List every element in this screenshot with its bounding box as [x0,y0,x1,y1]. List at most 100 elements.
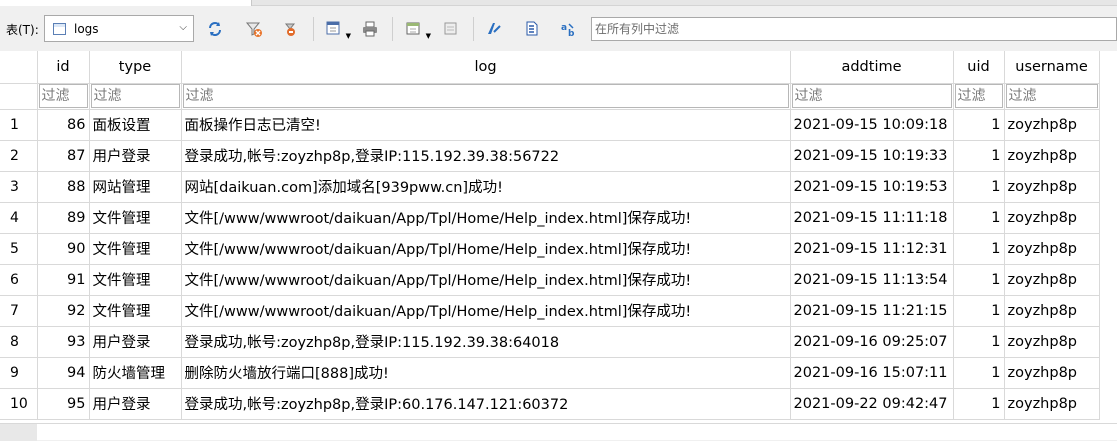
cell-addtime[interactable]: 2021-09-16 09:25:07 [790,326,954,358]
cell-id[interactable]: 93 [37,326,90,358]
table-row[interactable]: 6 91 文件管理 文件[/www/wwwroot/daikuan/App/Tpl/H… [0,264,1100,296]
column-header-username[interactable]: username [1004,51,1100,84]
table-row[interactable]: 10 95 用户登录 登录成功,帐号:zoyzhp8p,登录IP:60.176.147… [0,388,1100,420]
row-number[interactable]: 10 [0,388,38,420]
cell-id[interactable]: 88 [37,171,90,203]
cell-uid[interactable]: 1 [953,388,1005,420]
column-header-id[interactable]: id [37,51,90,84]
filter-cell-addtime[interactable]: 过滤 [790,83,954,110]
table-row[interactable]: 9 94 防火墙管理 删除防火墙放行端口[888]成功! 2021-09-16 15:0… [0,357,1100,389]
cell-type[interactable]: 用户登录 [89,388,182,420]
refresh-icon[interactable] [204,18,226,40]
cell-uid[interactable]: 1 [953,357,1005,389]
cell-log[interactable]: 文件[/www/wwwroot/daikuan/App/Tpl/Home/Hel… [181,233,791,265]
cell-type[interactable]: 文件管理 [89,233,182,265]
filter-cell-log[interactable]: 过滤 [181,83,791,110]
column-header-log[interactable]: log [181,51,791,84]
cell-type[interactable]: 文件管理 [89,264,182,296]
find-replace-icon[interactable]: ab [558,18,580,40]
cell-username[interactable]: zoyzhp8p [1004,171,1100,203]
cell-log[interactable]: 删除防火墙放行端口[888]成功! [181,357,791,389]
edit-icon[interactable] [483,18,505,40]
cell-type[interactable]: 网站管理 [89,171,182,203]
cell-type[interactable]: 防火墙管理 [89,357,182,389]
filter-input-username[interactable]: 过滤 [1005,84,1098,108]
cell-type[interactable]: 用户登录 [89,140,182,172]
cell-log[interactable]: 网站[daikuan.com]添加域名[939pww.cn]成功! [181,171,791,203]
cell-uid[interactable]: 1 [953,295,1005,327]
table-row[interactable]: 3 88 网站管理 网站[daikuan.com]添加域名[939pww.cn]成功!… [0,171,1100,203]
filter-input-log[interactable]: 过滤 [182,84,789,108]
filter-input-uid[interactable]: 过滤 [954,84,1003,108]
cell-log[interactable]: 文件[/www/wwwroot/daikuan/App/Tpl/Home/Hel… [181,264,791,296]
table-select[interactable]: logs ⌵ [44,15,194,42]
cell-log[interactable]: 登录成功,帐号:zoyzhp8p,登录IP:115.192.39.38:6401… [181,326,791,358]
cell-username[interactable]: zoyzhp8p [1004,357,1100,389]
cell-id[interactable]: 91 [37,264,90,296]
filter-cell-username[interactable]: 过滤 [1004,83,1100,110]
cell-username[interactable]: zoyzhp8p [1004,233,1100,265]
table-row[interactable]: 8 93 用户登录 登录成功,帐号:zoyzhp8p,登录IP:115.192.39.… [0,326,1100,358]
print-icon[interactable] [359,18,381,40]
filter-icon[interactable] [521,18,543,40]
cell-username[interactable]: zoyzhp8p [1004,202,1100,234]
cell-id[interactable]: 86 [37,109,90,141]
cell-uid[interactable]: 1 [953,326,1005,358]
row-number[interactable]: 7 [0,295,38,327]
cell-log[interactable]: 文件[/www/wwwroot/daikuan/App/Tpl/Home/Hel… [181,295,791,327]
cell-username[interactable]: zoyzhp8p [1004,140,1100,172]
table-row[interactable]: 4 89 文件管理 文件[/www/wwwroot/daikuan/App/Tpl/H… [0,202,1100,234]
cell-username[interactable]: zoyzhp8p [1004,388,1100,420]
column-header-type[interactable]: type [89,51,182,84]
cell-id[interactable]: 90 [37,233,90,265]
row-number[interactable]: 8 [0,326,38,358]
table-row[interactable]: 1 86 面板设置 面板操作日志已清空! 2021-09-15 10:09:18 1 zoy… [0,109,1100,141]
filter-cell-id[interactable]: 过滤 [37,83,90,110]
cell-username[interactable]: zoyzhp8p [1004,295,1100,327]
column-header-addtime[interactable]: addtime [790,51,954,84]
save-filter-icon[interactable] [280,18,302,40]
cell-type[interactable]: 文件管理 [89,202,182,234]
cell-addtime[interactable]: 2021-09-15 11:21:15 [790,295,954,327]
cell-addtime[interactable]: 2021-09-16 15:07:11 [790,357,954,389]
table-row[interactable]: 2 87 用户登录 登录成功,帐号:zoyzhp8p,登录IP:115.192.39.… [0,140,1100,172]
row-number[interactable]: 2 [0,140,38,172]
cell-uid[interactable]: 1 [953,171,1005,203]
undo-icon[interactable] [440,18,462,40]
cell-addtime[interactable]: 2021-09-15 11:12:31 [790,233,954,265]
cell-addtime[interactable]: 2021-09-15 10:19:53 [790,171,954,203]
clear-filter-icon[interactable] [243,18,265,40]
cell-addtime[interactable]: 2021-09-15 11:13:54 [790,264,954,296]
insert-record-icon[interactable]: ▼ [323,18,351,40]
cell-type[interactable]: 文件管理 [89,295,182,327]
cell-uid[interactable]: 1 [953,264,1005,296]
cell-uid[interactable]: 1 [953,202,1005,234]
cell-addtime[interactable]: 2021-09-15 11:11:18 [790,202,954,234]
active-tab[interactable] [0,0,252,6]
cell-uid[interactable]: 1 [953,140,1005,172]
cell-addtime[interactable]: 2021-09-15 10:09:18 [790,109,954,141]
cell-addtime[interactable]: 2021-09-15 10:19:33 [790,140,954,172]
cell-id[interactable]: 92 [37,295,90,327]
row-number[interactable]: 3 [0,171,38,203]
cell-id[interactable]: 87 [37,140,90,172]
cell-log[interactable]: 登录成功,帐号:zoyzhp8p,登录IP:60.176.147.121:603… [181,388,791,420]
cell-id[interactable]: 89 [37,202,90,234]
delete-record-icon[interactable]: ▼ [403,18,431,40]
table-row[interactable]: 7 92 文件管理 文件[/www/wwwroot/daikuan/App/Tpl/H… [0,295,1100,327]
row-number[interactable]: 4 [0,202,38,234]
cell-id[interactable]: 95 [37,388,90,420]
filter-input-id[interactable]: 过滤 [38,84,88,108]
filter-all-columns-input[interactable]: 在所有列中过滤 [591,17,1117,41]
row-number[interactable]: 9 [0,357,38,389]
cell-uid[interactable]: 1 [953,109,1005,141]
filter-input-type[interactable]: 过滤 [90,84,180,108]
cell-log[interactable]: 登录成功,帐号:zoyzhp8p,登录IP:115.192.39.38:5672… [181,140,791,172]
table-row[interactable]: 5 90 文件管理 文件[/www/wwwroot/daikuan/App/Tpl/H… [0,233,1100,265]
cell-id[interactable]: 94 [37,357,90,389]
cell-addtime[interactable]: 2021-09-22 09:42:47 [790,388,954,420]
cell-username[interactable]: zoyzhp8p [1004,109,1100,141]
filter-cell-uid[interactable]: 过滤 [953,83,1005,110]
filter-input-addtime[interactable]: 过滤 [791,84,952,108]
cell-type[interactable]: 面板设置 [89,109,182,141]
